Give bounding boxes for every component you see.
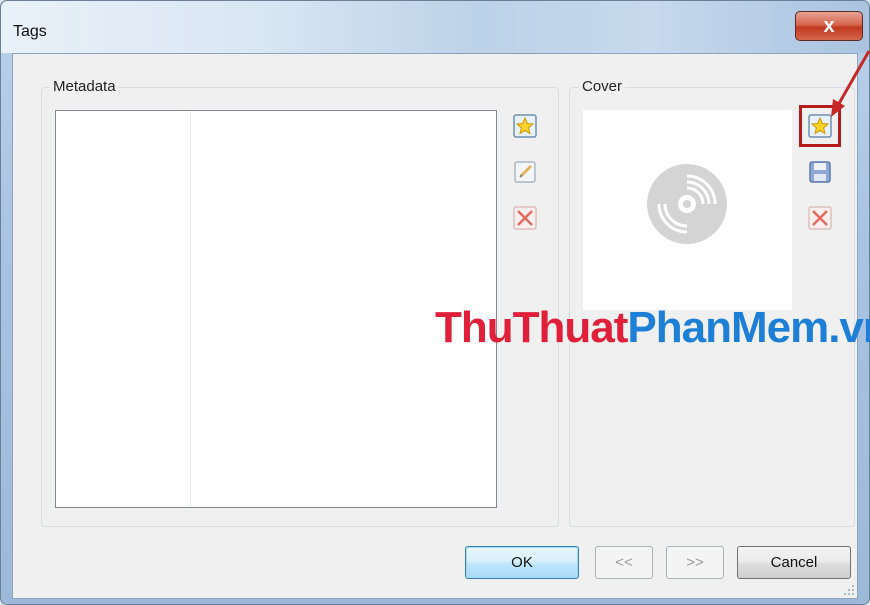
remove-cover-button[interactable] bbox=[804, 202, 836, 234]
watermark-part-2: PhanMem.vn bbox=[627, 303, 870, 352]
cover-image-area[interactable] bbox=[583, 110, 792, 310]
close-icon: x bbox=[823, 15, 835, 37]
save-cover-icon bbox=[809, 161, 831, 183]
remove-tag-icon bbox=[513, 206, 537, 230]
close-button[interactable]: x bbox=[795, 11, 863, 41]
cover-label: Cover bbox=[579, 78, 626, 95]
cancel-button[interactable]: Cancel bbox=[737, 546, 851, 579]
resize-grip-icon[interactable] bbox=[843, 584, 855, 596]
tags-dialog: Tags x Metadata Cover OK << >> Cancel Th… bbox=[0, 0, 870, 605]
remove-tag-button[interactable] bbox=[509, 202, 541, 234]
watermark: ThuThuatPhanMem.vn bbox=[435, 303, 870, 353]
previous-button[interactable]: << bbox=[595, 546, 653, 579]
annotation-arrow-icon bbox=[831, 50, 870, 117]
watermark-part-1: ThuThuat bbox=[435, 303, 628, 352]
ok-button[interactable]: OK bbox=[465, 546, 579, 579]
edit-tag-button[interactable] bbox=[509, 156, 541, 188]
add-tag-button[interactable] bbox=[509, 110, 541, 142]
add-tag-icon bbox=[513, 114, 537, 138]
list-column-separator bbox=[190, 111, 191, 507]
metadata-list[interactable] bbox=[55, 110, 497, 508]
window-title: Tags bbox=[13, 23, 47, 40]
metadata-label: Metadata bbox=[50, 78, 119, 95]
edit-tag-icon bbox=[514, 161, 536, 183]
title-bar[interactable]: Tags x bbox=[1, 1, 869, 53]
disc-icon bbox=[647, 164, 727, 244]
remove-cover-icon bbox=[808, 206, 832, 230]
save-cover-button[interactable] bbox=[804, 156, 836, 188]
next-button[interactable]: >> bbox=[666, 546, 724, 579]
